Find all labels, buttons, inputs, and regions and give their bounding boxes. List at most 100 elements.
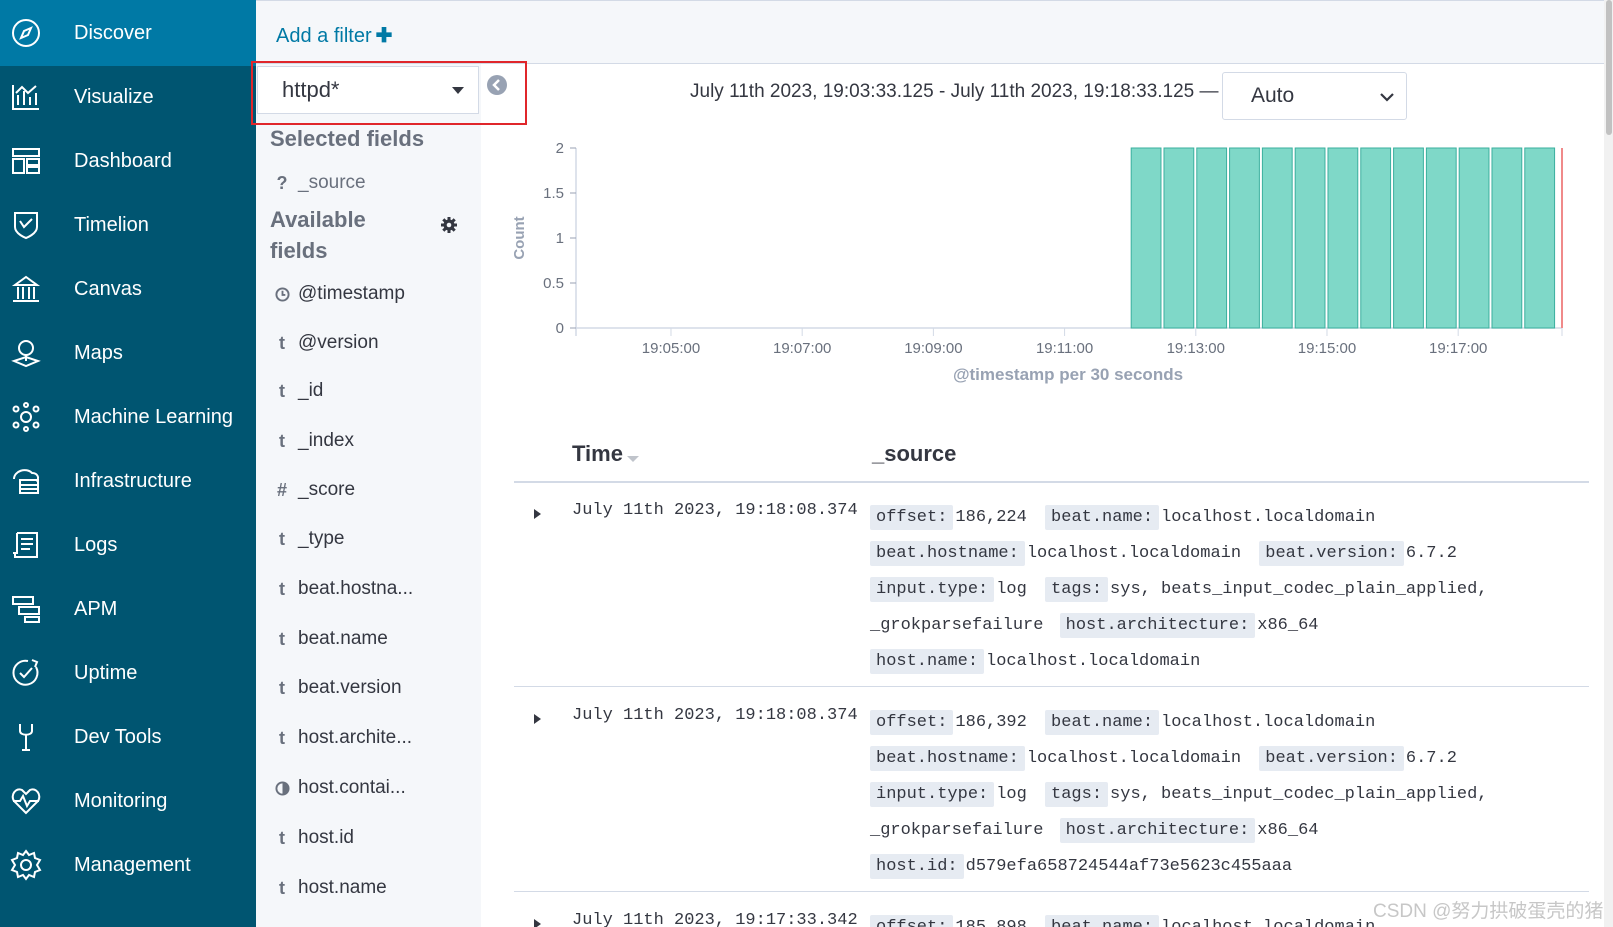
nav-item-machine-learning[interactable]: Machine Learning	[0, 384, 256, 450]
gear-icon	[10, 849, 42, 881]
field-name: _type	[298, 528, 345, 549]
field-value: d579efa658724544af73e5623c455aaa	[965, 857, 1293, 876]
source-field: beat.version: 6.7.2	[1259, 746, 1463, 771]
nav-item-apm[interactable]: APM	[0, 576, 256, 642]
compass-icon	[10, 17, 42, 49]
source-field: offset:185,898	[870, 915, 1033, 927]
histogram-chart[interactable]: 0 0.5 1 1.5 2 Count 19:05:00 19:07:00 19:09:00 19…	[510, 130, 1600, 400]
field-item-type[interactable]: t _type	[256, 525, 481, 555]
source-field: beat.name:localhost.localdomain	[1045, 710, 1381, 735]
field-key: host.architecture:	[1059, 613, 1256, 638]
field-name: @version	[298, 332, 379, 353]
field-key: input.type:	[870, 782, 995, 807]
interval-select[interactable]: Auto	[1222, 72, 1407, 120]
nav-label: APM	[74, 597, 118, 620]
field-name: host.id	[298, 827, 354, 848]
nav-item-logs[interactable]: Logs	[0, 512, 256, 578]
x-tick-label: 19:07:00	[773, 340, 831, 357]
nav-item-management[interactable]: Management	[0, 832, 256, 898]
canvas-icon	[10, 273, 42, 305]
source-field: host.architecture: x86_64	[1059, 613, 1325, 638]
x-axis-title: @timestamp per 30 seconds	[953, 365, 1183, 384]
nav-item-dev-tools[interactable]: Dev Tools	[0, 704, 256, 770]
field-item-source[interactable]: ? _source	[256, 169, 481, 199]
available-fields-heading: Available	[270, 207, 366, 232]
scrollbar-thumb[interactable]	[1606, 0, 1612, 135]
uptime-icon	[10, 657, 42, 689]
nav-item-uptime[interactable]: Uptime	[0, 640, 256, 706]
expand-row-icon[interactable]	[534, 919, 541, 927]
source-field: offset: 186,224	[870, 505, 1033, 530]
nav-item-timelion[interactable]: Timelion	[0, 192, 256, 258]
field-name: _id	[298, 380, 324, 401]
field-item-timestamp[interactable]: @timestamp	[256, 280, 481, 310]
field-item-host-containerized[interactable]: host.contai...	[256, 774, 481, 804]
source-field: host.id: d579efa658724544af73e5623c455aaa	[870, 854, 1298, 879]
field-item-host-architecture[interactable]: t host.archite...	[256, 724, 481, 754]
field-value: localhost.localdomain	[1026, 749, 1242, 768]
row-divider	[514, 891, 1589, 892]
nav-label: Canvas	[74, 277, 142, 300]
histogram-bar	[1524, 147, 1556, 329]
logs-icon	[10, 529, 42, 561]
field-item-version[interactable]: t @version	[256, 329, 481, 359]
boolean-half-circle-icon	[274, 778, 290, 801]
field-item-score[interactable]: # _score	[256, 476, 481, 506]
sort-descending-icon[interactable]	[627, 456, 639, 462]
field-type-string: t	[279, 579, 285, 599]
watermark: CSDN @努力拱破蛋壳的猪	[1373, 901, 1604, 922]
expand-row-icon[interactable]	[534, 509, 541, 519]
field-key: offset:	[870, 710, 954, 735]
nav-item-infrastructure[interactable]: Infrastructure	[0, 448, 256, 514]
field-item-id[interactable]: t _id	[256, 377, 481, 407]
x-tick-label: 19:15:00	[1298, 340, 1356, 357]
field-item-beat-version[interactable]: t beat.version	[256, 674, 481, 704]
time-column-header[interactable]: Time	[572, 441, 623, 467]
field-value: 186,392	[955, 713, 1027, 732]
field-value: 6.7.2	[1405, 749, 1457, 768]
field-key: beat.name:	[1045, 505, 1160, 530]
collapse-sidebar-icon[interactable]	[486, 74, 508, 96]
field-item-host-id[interactable]: t host.id	[256, 824, 481, 854]
histogram-bar	[1360, 147, 1392, 329]
filter-bar: Add a filter ✚	[256, 0, 1604, 64]
expand-row-icon[interactable]	[534, 714, 541, 724]
chevron-down-icon	[1378, 88, 1396, 106]
page-scrollbar[interactable]	[1604, 0, 1613, 927]
field-item-beat-name[interactable]: t beat.name	[256, 625, 481, 655]
field-item-index[interactable]: t _index	[256, 427, 481, 457]
nav-label: Visualize	[74, 85, 154, 108]
field-value: 185,898	[955, 918, 1026, 927]
field-key: beat.hostname:	[870, 746, 1025, 771]
infrastructure-icon	[10, 465, 42, 497]
x-tick-label: 19:05:00	[642, 340, 700, 357]
field-item-beat-hostname[interactable]: t beat.hostna...	[256, 575, 481, 605]
field-type-number: #	[276, 480, 287, 500]
field-key: beat.name:	[1045, 710, 1160, 735]
field-item-host-name[interactable]: t host.name	[256, 874, 481, 904]
y-tick-label: 0.5	[543, 275, 564, 292]
nav-item-visualize[interactable]: Visualize	[0, 64, 256, 130]
field-value: localhost.localdomain	[1161, 918, 1375, 927]
field-settings-gear-icon[interactable]	[440, 216, 458, 234]
table-row: July 11th 2023, 19:18:08.374 offset: 186,…	[514, 490, 1589, 695]
field-value: 6.7.2	[1405, 544, 1457, 563]
interval-value: Auto	[1251, 84, 1295, 107]
nav-item-canvas[interactable]: Canvas	[0, 256, 256, 322]
field-key: tags:	[1045, 782, 1109, 807]
field-name: host.archite...	[298, 727, 413, 748]
visualize-icon	[10, 81, 42, 113]
field-name: beat.name	[298, 628, 388, 649]
histogram-bar	[1229, 147, 1260, 329]
field-name: beat.version	[298, 677, 402, 698]
nav-item-monitoring[interactable]: Monitoring	[0, 768, 256, 834]
field-name: @timestamp	[298, 283, 405, 304]
nav-item-discover[interactable]: Discover	[0, 0, 256, 66]
plus-icon: ✚	[375, 25, 393, 47]
add-filter-link[interactable]: Add a filter ✚	[276, 23, 392, 48]
nav-label: Uptime	[74, 661, 138, 684]
field-name: _source	[298, 172, 366, 193]
nav-item-dashboard[interactable]: Dashboard	[0, 128, 256, 194]
field-name: _index	[298, 430, 354, 451]
nav-item-maps[interactable]: Maps	[0, 320, 256, 386]
